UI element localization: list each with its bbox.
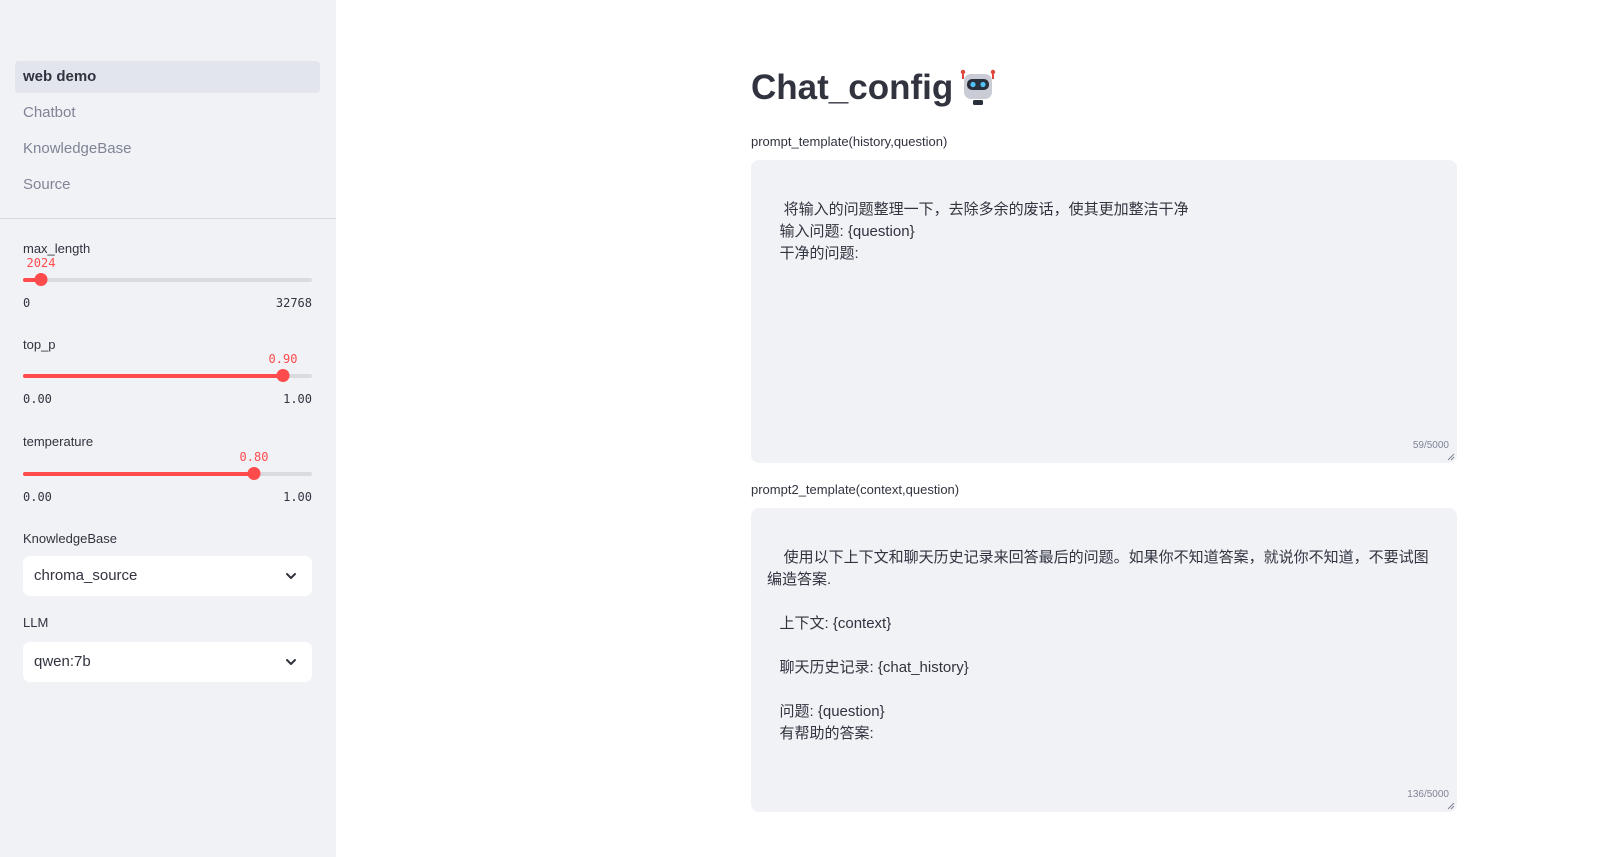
prompt2-template-char-counter: 136/5000 xyxy=(1407,789,1449,800)
nav-item-source[interactable]: Source xyxy=(15,169,320,201)
prompt-template-textarea[interactable]: 将输入的问题整理一下，去除多余的废话，使其更加整洁干净 输入问题: {quest… xyxy=(751,160,1457,463)
temperature-max: 1.00 xyxy=(283,490,312,504)
knowledgebase-selected-value: chroma_source xyxy=(34,567,138,584)
sidebar-nav: web demo Chatbot KnowledgeBase Source xyxy=(15,61,320,205)
top-p-fill xyxy=(23,374,283,378)
top-p-track[interactable] xyxy=(23,369,312,382)
prompt-template-label: prompt_template(history,question) xyxy=(751,134,948,149)
llm-select-label: LLM xyxy=(23,615,49,630)
top-p-thumb[interactable] xyxy=(276,369,290,382)
main-content: Chat_config prompt_template(history,ques… xyxy=(336,0,1607,857)
sidebar-divider xyxy=(0,218,336,219)
chevron-down-icon xyxy=(286,573,296,579)
temperature-label: temperature xyxy=(23,434,94,449)
knowledgebase-select[interactable]: chroma_source xyxy=(23,556,312,596)
knowledgebase-select-label: KnowledgeBase xyxy=(23,531,117,546)
top-p-value: 0.90 xyxy=(268,352,298,366)
max-length-label: max_length xyxy=(23,241,91,256)
sidebar: web demo Chatbot KnowledgeBase Source ma… xyxy=(0,0,336,857)
temperature-track[interactable] xyxy=(23,467,312,480)
max-length-value: 2024 xyxy=(26,256,56,270)
temperature-fill xyxy=(23,472,254,476)
resize-grip-icon[interactable] xyxy=(1447,453,1455,461)
nav-item-web-demo[interactable]: web demo xyxy=(15,61,320,93)
prompt2-template-label: prompt2_template(context,question) xyxy=(751,482,960,497)
page-title-text: Chat_config xyxy=(751,68,954,107)
temperature-thumb[interactable] xyxy=(247,467,261,480)
prompt-template-text: 将输入的问题整理一下，去除多余的废话，使其更加整洁干净 输入问题: {quest… xyxy=(779,201,1189,262)
max-length-track[interactable] xyxy=(23,273,312,286)
robot-emoji-icon xyxy=(961,69,996,105)
top-p-max: 1.00 xyxy=(283,392,312,406)
temperature-range: 0.00 1.00 xyxy=(23,490,312,504)
page-title: Chat_config xyxy=(751,68,997,108)
top-p-range: 0.00 1.00 xyxy=(23,392,312,406)
prompt-template-char-counter: 59/5000 xyxy=(1412,440,1449,451)
top-p-slider[interactable]: 0.90 0.00 1.00 xyxy=(23,352,312,406)
max-length-min: 0 xyxy=(23,296,31,310)
max-length-thumb[interactable] xyxy=(34,273,48,286)
resize-grip-icon[interactable] xyxy=(1447,802,1455,810)
temperature-min: 0.00 xyxy=(23,490,52,504)
prompt2-template-text: 使用以下上下文和聊天历史记录来回答最后的问题。如果你不知道答案，就说你不知道，不… xyxy=(767,549,1429,742)
temperature-slider[interactable]: 0.80 0.00 1.00 xyxy=(23,450,312,504)
chevron-down-icon xyxy=(286,659,296,665)
llm-selected-value: qwen:7b xyxy=(34,653,91,670)
top-p-min: 0.00 xyxy=(23,392,52,406)
top-p-label: top_p xyxy=(23,337,56,352)
temperature-value: 0.80 xyxy=(239,450,269,464)
max-length-range: 0 32768 xyxy=(23,296,312,310)
prompt2-template-textarea[interactable]: 使用以下上下文和聊天历史记录来回答最后的问题。如果你不知道答案，就说你不知道，不… xyxy=(751,508,1457,812)
llm-select[interactable]: qwen:7b xyxy=(23,642,312,682)
nav-item-knowledgebase[interactable]: KnowledgeBase xyxy=(15,133,320,165)
nav-item-chatbot[interactable]: Chatbot xyxy=(15,97,320,129)
max-length-slider[interactable]: 2024 0 32768 xyxy=(23,256,312,310)
max-length-max: 32768 xyxy=(275,296,312,310)
